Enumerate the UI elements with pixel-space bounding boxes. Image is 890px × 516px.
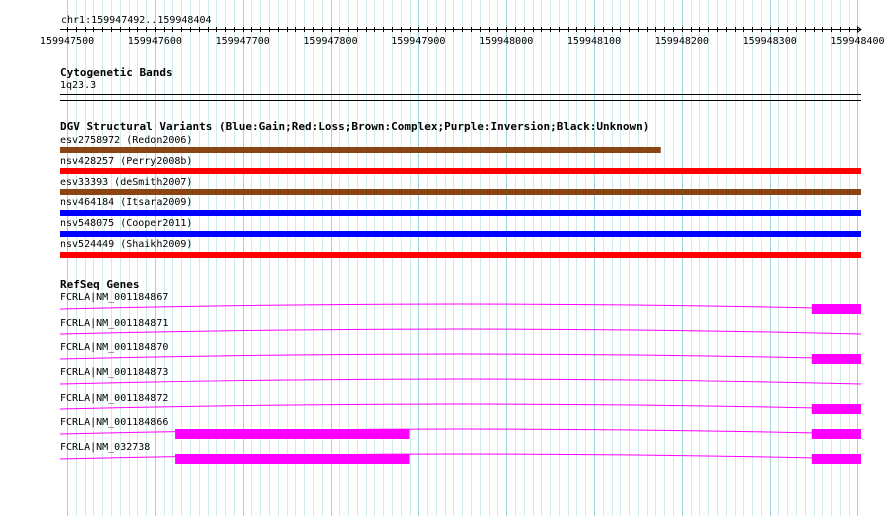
intron-line xyxy=(59,303,862,310)
cytoband-label: 1q23.3 xyxy=(60,80,97,91)
cytobands-track-title: Cytogenetic Bands xyxy=(60,66,173,79)
exon-block xyxy=(811,454,861,464)
variant-bar xyxy=(60,210,861,216)
transcript-label[interactable]: FCRLA|NM_001184872 xyxy=(60,393,168,405)
cytoband-line-top xyxy=(60,94,861,95)
exon-block xyxy=(811,304,861,314)
exon-block xyxy=(175,429,410,439)
variant-label[interactable]: nsv548075 (Cooper2011) xyxy=(60,218,192,230)
variant-label[interactable]: esv33393 (deSmith2007) xyxy=(60,177,192,189)
cytoband-line-bottom xyxy=(60,100,861,101)
variant-label[interactable]: esv2758972 (Redon2006) xyxy=(60,135,192,147)
region-label: chr1:159947492..159948404 xyxy=(61,15,212,26)
variant-label[interactable]: nsv464184 (Itsara2009) xyxy=(60,197,192,209)
variant-bar xyxy=(60,252,861,258)
transcript-label[interactable]: FCRLA|NM_001184873 xyxy=(60,367,168,379)
exon-block xyxy=(811,429,861,439)
transcript-label[interactable]: FCRLA|NM_001184870 xyxy=(60,342,168,354)
variant-label[interactable]: nsv428257 (Perry2008b) xyxy=(60,156,192,168)
variant-bar xyxy=(60,231,861,237)
variant-label[interactable]: nsv524449 (Shaikh2009) xyxy=(60,239,192,251)
transcript-label[interactable]: FCRLA|NM_032738 xyxy=(60,442,150,454)
exon-block xyxy=(175,454,410,464)
refseq-track-title: RefSeq Genes xyxy=(60,278,140,291)
exon-block xyxy=(811,354,861,364)
variant-bar xyxy=(60,147,661,153)
intron-line xyxy=(59,328,862,335)
genome-browser-panel: 159947500 159947600 159947700 159947800 1599… xyxy=(0,0,890,516)
transcript-label[interactable]: FCRLA|NM_001184871 xyxy=(60,318,168,330)
variant-bar xyxy=(60,168,861,174)
exon-block xyxy=(811,404,861,414)
variant-bar xyxy=(60,189,861,195)
dgv-track-title: DGV Structural Variants (Blue:Gain;Red:L… xyxy=(60,120,650,133)
intron-line xyxy=(59,353,862,360)
intron-line xyxy=(59,403,862,410)
intron-line xyxy=(59,378,862,385)
transcript-label[interactable]: FCRLA|NM_001184867 xyxy=(60,292,168,304)
transcript-label[interactable]: FCRLA|NM_001184866 xyxy=(60,417,168,429)
